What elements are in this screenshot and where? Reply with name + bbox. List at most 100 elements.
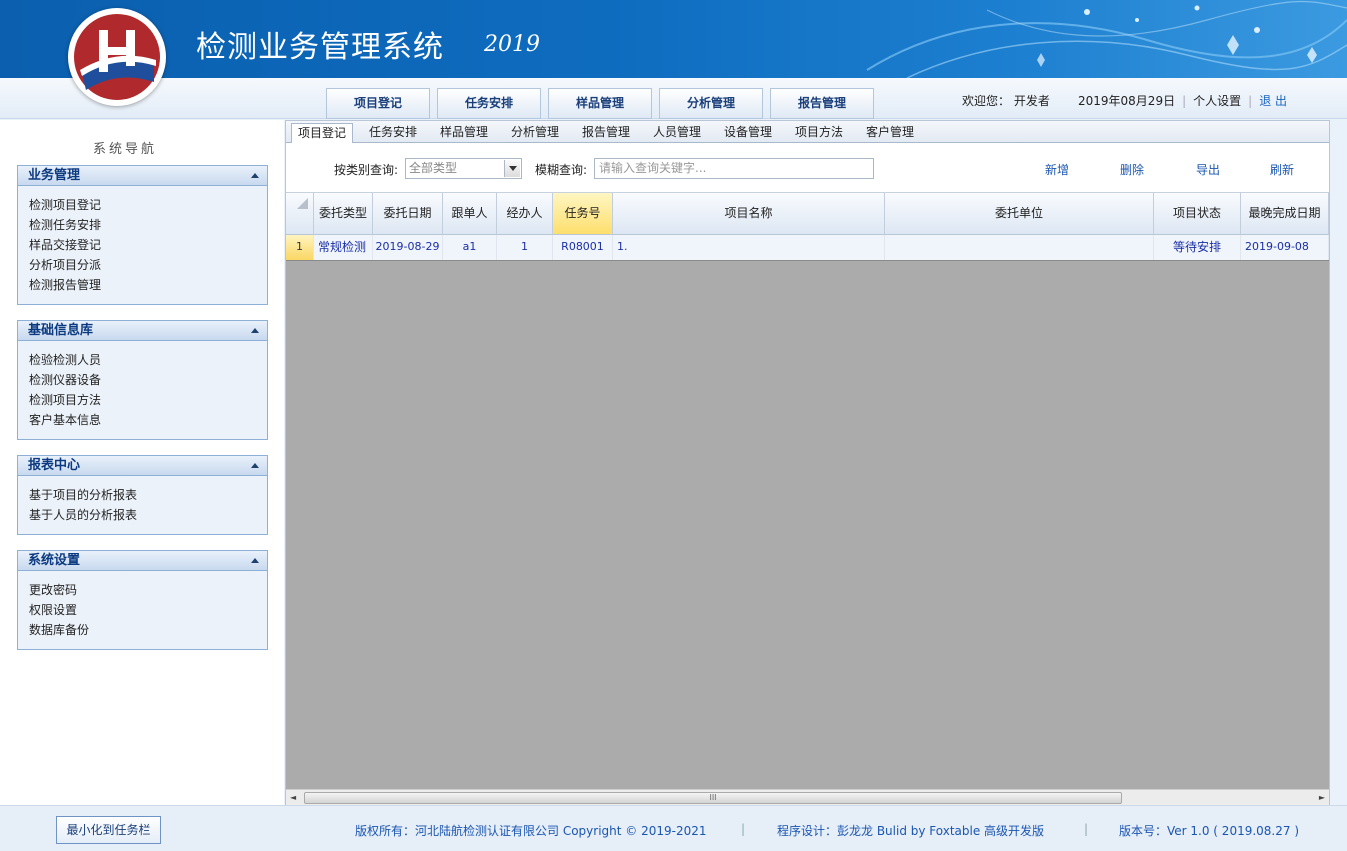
date-display: 2019年08月29日 | 个人设置 | 退 出 — [1078, 92, 1287, 109]
nav-button-analysis-manage[interactable]: 分析管理 — [659, 88, 763, 119]
tab-bar: 项目登记 任务安排 样品管理 分析管理 报告管理 人员管理 设备管理 项目方法 … — [286, 121, 1329, 144]
column-header[interactable]: 经办人 — [497, 193, 553, 235]
panel-header[interactable]: 业务管理 — [18, 166, 267, 186]
sidebar-title: 系统导航 — [92, 142, 157, 157]
delete-button[interactable]: 删除 — [1120, 161, 1144, 178]
collapse-caret-icon[interactable] — [251, 463, 259, 468]
row-number[interactable]: 1 — [286, 235, 314, 260]
chevron-down-icon[interactable] — [504, 160, 520, 177]
tab-customer-manage[interactable]: 客户管理 — [860, 123, 920, 143]
panel-header[interactable]: 基础信息库 — [18, 321, 267, 341]
copyright-text: 版权所有：河北陆航检测认证有限公司 Copyright © 2019-2021 — [355, 824, 707, 838]
collapse-caret-icon[interactable] — [251, 328, 259, 333]
username: 开发者 — [1013, 94, 1050, 108]
collapse-caret-icon[interactable] — [251, 173, 259, 178]
panel-title: 业务管理 — [28, 168, 81, 183]
type-filter-label: 按类别查询: — [334, 163, 399, 177]
data-grid: 委托类型 委托日期 跟单人 经办人 任务号 项目名称 委托单位 项目状态 最晚完… — [286, 193, 1329, 261]
type-filter-value: 全部类型 — [409, 161, 458, 175]
app-year: 2019 — [484, 32, 540, 57]
collapse-caret-icon[interactable] — [251, 558, 259, 563]
sidebar-item-db-backup[interactable]: 数据库备份 — [29, 620, 267, 640]
panel-header[interactable]: 报表中心 — [18, 456, 267, 476]
settings-link[interactable]: 个人设置 — [1193, 94, 1241, 108]
table-cell[interactable] — [885, 235, 1154, 260]
column-header[interactable]: 项目状态 — [1154, 193, 1241, 235]
horizontal-scrollbar[interactable]: ◄ III ► — [286, 789, 1329, 805]
type-filter-select[interactable]: 全部类型 — [405, 158, 522, 179]
table-cell[interactable]: 1. — [613, 235, 885, 260]
logout-link[interactable]: 退 出 — [1259, 94, 1287, 108]
sidebar-item-staff[interactable]: 检验检测人员 — [29, 350, 267, 370]
nav-button-report-manage[interactable]: 报告管理 — [770, 88, 874, 119]
tab-sample-manage[interactable]: 样品管理 — [434, 123, 494, 143]
column-header[interactable]: 委托类型 — [314, 193, 373, 235]
nav-button-task-arrange[interactable]: 任务安排 — [437, 88, 541, 119]
divider: | — [1248, 94, 1253, 108]
panel-title: 基础信息库 — [28, 323, 94, 338]
sidebar-item-customers[interactable]: 客户基本信息 — [29, 410, 267, 430]
search-input[interactable]: 请输入查询关键字... — [594, 158, 874, 179]
sidebar-item-report-manage[interactable]: 检测报告管理 — [29, 275, 267, 295]
export-button[interactable]: 导出 — [1196, 161, 1220, 178]
tab-equipment-manage[interactable]: 设备管理 — [718, 123, 778, 143]
tab-report-manage[interactable]: 报告管理 — [576, 123, 636, 143]
table-cell[interactable]: 常规检测 — [314, 235, 373, 260]
tab-project-register[interactable]: 项目登记 — [291, 123, 354, 144]
table-cell[interactable]: a1 — [443, 235, 497, 260]
toolbar: 按类别查询: 全部类型 模糊查询: 请输入查询关键字... 新增 删除 导出 刷… — [286, 143, 1329, 193]
column-header[interactable]: 项目名称 — [613, 193, 885, 235]
table-cell[interactable]: 1 — [497, 235, 553, 260]
panel-title: 报表中心 — [28, 458, 81, 473]
table-cell[interactable]: 等待安排 — [1154, 235, 1241, 260]
tab-task-arrange[interactable]: 任务安排 — [363, 123, 423, 143]
sidebar-item-task-arrange[interactable]: 检测任务安排 — [29, 215, 267, 235]
grid-select-all-corner[interactable] — [286, 193, 314, 235]
tab-project-methods[interactable]: 项目方法 — [789, 123, 849, 143]
scroll-right-icon[interactable]: ► — [1319, 793, 1325, 802]
logo-h-icon — [74, 14, 160, 100]
sidebar-item-permissions[interactable]: 权限设置 — [29, 600, 267, 620]
sidebar: 系统导航 业务管理 检测项目登记 检测任务安排 样品交接登记 分析项目分派 检测… — [0, 120, 284, 805]
column-header[interactable]: 最晚完成日期 — [1241, 193, 1329, 235]
column-header[interactable]: 任务号 — [553, 193, 613, 235]
panel-title: 系统设置 — [28, 553, 81, 568]
sidebar-item-change-password[interactable]: 更改密码 — [29, 580, 267, 600]
nav-button-sample-manage[interactable]: 样品管理 — [548, 88, 652, 119]
table-cell[interactable]: R08001 — [553, 235, 613, 260]
scroll-left-icon[interactable]: ◄ — [290, 793, 296, 802]
column-header[interactable]: 委托单位 — [885, 193, 1154, 235]
search-label: 模糊查询: — [535, 163, 588, 177]
sidebar-item-methods[interactable]: 检测项目方法 — [29, 390, 267, 410]
tab-staff-manage[interactable]: 人员管理 — [647, 123, 707, 143]
app-title: 检测业务管理系统 — [196, 30, 444, 65]
column-header[interactable]: 跟单人 — [443, 193, 497, 235]
add-button[interactable]: 新增 — [1045, 161, 1069, 178]
footer: 最小化到任务栏 版权所有：河北陆航检测认证有限公司 Copyright © 20… — [0, 805, 1347, 851]
welcome-label: 欢迎您： — [962, 94, 1011, 108]
divider: | — [741, 822, 746, 836]
sidebar-item-project-register[interactable]: 检测项目登记 — [29, 195, 267, 215]
panel-base-info: 基础信息库 检验检测人员 检测仪器设备 检测项目方法 客户基本信息 — [17, 320, 268, 440]
sidebar-item-sample-handover[interactable]: 样品交接登记 — [29, 235, 267, 255]
designer-text: 程序设计：彭龙龙 Bulid by Foxtable 高级开发版 — [777, 824, 1045, 838]
panel-system-settings: 系统设置 更改密码 权限设置 数据库备份 — [17, 550, 268, 650]
tab-analysis-manage[interactable]: 分析管理 — [505, 123, 565, 143]
sidebar-item-project-report[interactable]: 基于项目的分析报表 — [29, 485, 267, 505]
panel-header[interactable]: 系统设置 — [18, 551, 267, 571]
decorative-swirl-icon — [866, 0, 1347, 78]
scrollbar-thumb[interactable]: III — [304, 792, 1122, 804]
user-info: 欢迎您： 开发者 — [962, 92, 1050, 109]
table-cell[interactable]: 2019-08-29 — [373, 235, 443, 260]
company-logo — [68, 8, 166, 106]
table-cell[interactable]: 2019-09-08 — [1241, 235, 1329, 260]
sidebar-item-analysis-assign[interactable]: 分析项目分派 — [29, 255, 267, 275]
sidebar-item-equipment[interactable]: 检测仪器设备 — [29, 370, 267, 390]
minimize-button[interactable]: 最小化到任务栏 — [56, 816, 161, 844]
refresh-button[interactable]: 刷新 — [1270, 161, 1294, 178]
column-header[interactable]: 委托日期 — [373, 193, 443, 235]
sidebar-item-staff-report[interactable]: 基于人员的分析报表 — [29, 505, 267, 525]
version-text: 版本号：Ver 1.0 ( 2019.08.27 ) — [1119, 824, 1300, 838]
nav-button-project-register[interactable]: 项目登记 — [326, 88, 430, 119]
divider: | — [1182, 94, 1187, 108]
